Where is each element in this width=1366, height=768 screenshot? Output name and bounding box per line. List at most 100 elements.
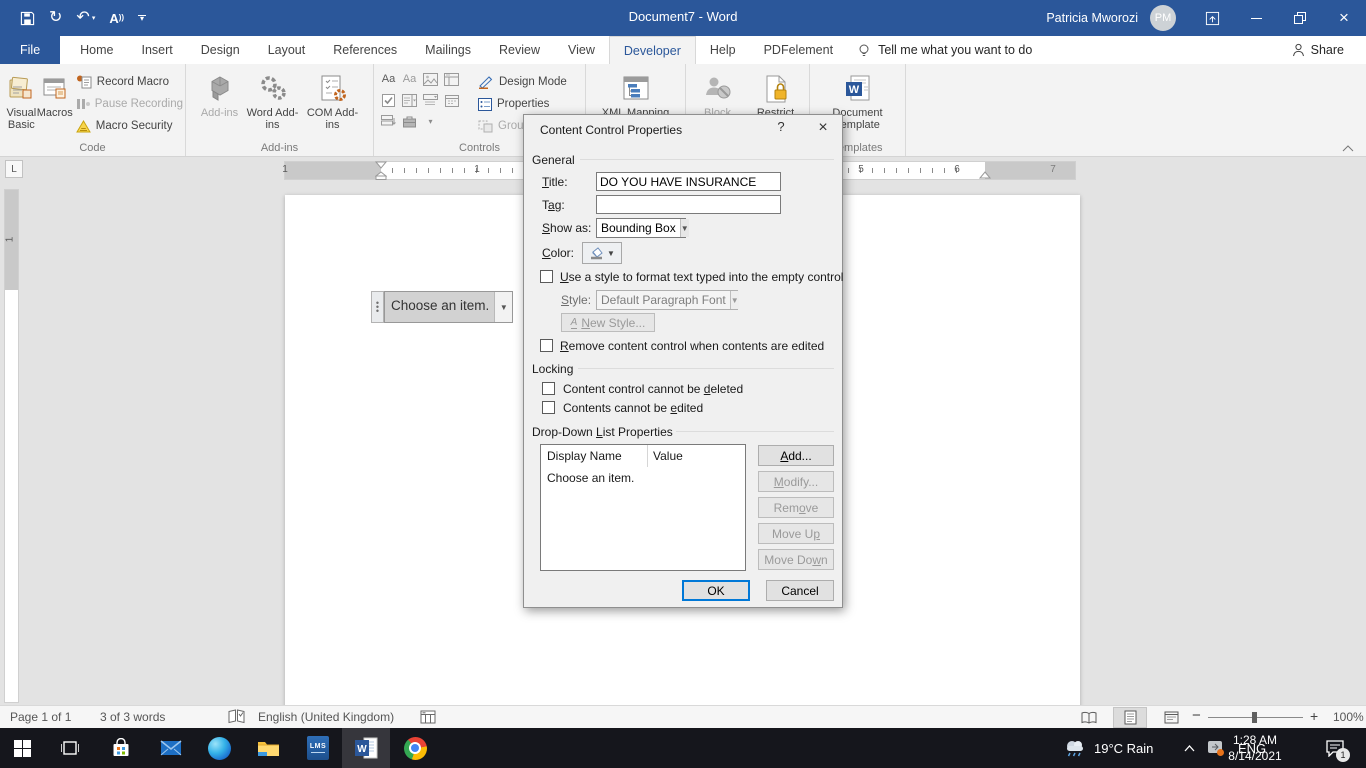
- checkbox-control-icon[interactable]: [379, 91, 398, 109]
- edge-icon[interactable]: [206, 735, 232, 761]
- tab-stop-selector[interactable]: L: [5, 160, 23, 178]
- tell-me-box[interactable]: Tell me what you want to do: [847, 36, 1042, 64]
- start-button[interactable]: [9, 735, 35, 761]
- weather-text[interactable]: 19°C Rain: [1094, 741, 1153, 756]
- picture-control-icon[interactable]: [421, 70, 440, 88]
- new-style-button[interactable]: A New Style...: [561, 313, 655, 332]
- combo-box-control-icon[interactable]: [400, 91, 419, 109]
- tab-references[interactable]: References: [319, 36, 411, 64]
- use-style-checkbox[interactable]: [540, 270, 553, 283]
- tray-chevron-icon[interactable]: [1176, 735, 1202, 761]
- add-button[interactable]: Add...: [758, 445, 834, 466]
- macro-security-icon: [76, 120, 91, 133]
- style-dropdown[interactable]: Default Paragraph Font ▼: [596, 290, 738, 310]
- tag-field-input[interactable]: [596, 195, 781, 214]
- svg-text:W: W: [357, 744, 367, 755]
- title-field-input[interactable]: [596, 172, 781, 191]
- language-indicator[interactable]: English (United Kingdom): [258, 710, 394, 724]
- restore-button[interactable]: [1278, 0, 1322, 36]
- collapse-ribbon-icon[interactable]: [1342, 145, 1354, 152]
- chrome-icon[interactable]: [402, 735, 428, 761]
- tab-file[interactable]: File: [0, 36, 60, 64]
- close-button[interactable]: ×: [1322, 0, 1366, 36]
- list-item[interactable]: Choose an item.: [547, 471, 634, 485]
- avatar[interactable]: PM: [1150, 5, 1176, 31]
- dropdown-items-list[interactable]: Display Name Value Choose an item.: [540, 444, 746, 571]
- tab-mailings[interactable]: Mailings: [411, 36, 485, 64]
- right-indent-marker[interactable]: [979, 171, 991, 179]
- title-field-label: Title:: [542, 175, 568, 189]
- task-view-button[interactable]: [57, 735, 83, 761]
- repeating-section-control-icon[interactable]: [379, 112, 398, 130]
- building-block-gallery-icon[interactable]: [442, 70, 461, 88]
- properties-button[interactable]: Properties: [475, 93, 585, 115]
- mail-icon[interactable]: [158, 735, 184, 761]
- show-as-dropdown-arrow-icon[interactable]: ▼: [680, 219, 689, 237]
- read-mode-button[interactable]: [1072, 707, 1106, 728]
- zoom-level[interactable]: 100%: [1333, 710, 1364, 724]
- com-add-ins-button[interactable]: COM Add-ins: [307, 66, 359, 142]
- word-icon[interactable]: W: [353, 735, 379, 761]
- user-name[interactable]: Patricia Mworozi: [1046, 11, 1138, 25]
- word-count[interactable]: 3 of 3 words: [100, 710, 165, 724]
- content-control-dropdown[interactable]: ••• Choose an item. ▼: [371, 291, 513, 323]
- minimize-button[interactable]: [1234, 0, 1278, 36]
- tab-insert[interactable]: Insert: [128, 36, 187, 64]
- print-layout-button[interactable]: [1113, 707, 1147, 728]
- tab-developer[interactable]: Developer: [609, 36, 696, 64]
- design-mode-button[interactable]: Design Mode: [475, 71, 585, 93]
- content-control-arrow-icon[interactable]: ▼: [494, 292, 512, 322]
- dropdown-list-control-icon[interactable]: [421, 91, 440, 109]
- date-picker-control-icon[interactable]: [442, 91, 461, 109]
- rich-text-control-icon[interactable]: Aa: [379, 70, 398, 88]
- move-up-button[interactable]: Move Up: [758, 523, 834, 544]
- macro-security-button[interactable]: Macro Security: [73, 115, 183, 137]
- tab-help[interactable]: Help: [696, 36, 750, 64]
- plain-text-control-icon[interactable]: Aa: [400, 70, 419, 88]
- show-as-dropdown[interactable]: Bounding Box ▼: [596, 218, 686, 238]
- zoom-slider-thumb[interactable]: [1252, 712, 1257, 723]
- microsoft-store-icon[interactable]: [108, 735, 134, 761]
- tab-review[interactable]: Review: [485, 36, 554, 64]
- zoom-in-button[interactable]: +: [1310, 708, 1318, 724]
- ribbon-display-options-button[interactable]: [1190, 0, 1234, 36]
- cannot-delete-checkbox[interactable]: [542, 382, 555, 395]
- vertical-ruler[interactable]: 1: [5, 190, 18, 702]
- cannot-edit-checkbox[interactable]: [542, 401, 555, 414]
- move-down-button[interactable]: Move Down: [758, 549, 834, 570]
- visual-basic-button[interactable]: Visual Basic: [6, 66, 37, 142]
- ok-button[interactable]: OK: [682, 580, 750, 601]
- cancel-button[interactable]: Cancel: [766, 580, 834, 601]
- lms-app-icon[interactable]: LMS: [305, 735, 331, 761]
- color-picker-button[interactable]: ▼: [582, 242, 622, 264]
- page-indicator[interactable]: Page 1 of 1: [10, 710, 71, 724]
- tab-home[interactable]: Home: [66, 36, 127, 64]
- content-control-text[interactable]: Choose an item.: [385, 292, 494, 322]
- add-ins-button[interactable]: Add-ins: [201, 66, 239, 142]
- pause-recording-button[interactable]: Pause Recording: [73, 93, 183, 115]
- word-add-ins-button[interactable]: Word Add-ins: [247, 66, 299, 142]
- legacy-tools-dropdown-icon[interactable]: ▾: [421, 112, 440, 130]
- content-control-handle[interactable]: •••: [371, 291, 384, 323]
- dialog-help-button[interactable]: ?: [770, 119, 792, 139]
- modify-button[interactable]: Modify...: [758, 471, 834, 492]
- tab-design[interactable]: Design: [187, 36, 254, 64]
- dialog-close-button[interactable]: ×: [812, 119, 834, 139]
- tab-view[interactable]: View: [554, 36, 609, 64]
- file-explorer-icon[interactable]: [255, 735, 281, 761]
- record-macro-button[interactable]: Record Macro: [73, 71, 183, 93]
- weather-icon[interactable]: [1062, 735, 1088, 761]
- web-layout-button[interactable]: [1154, 707, 1188, 728]
- macro-recording-icon[interactable]: [420, 710, 436, 724]
- first-line-indent-marker[interactable]: [375, 161, 387, 180]
- share-button[interactable]: Share: [1270, 36, 1366, 64]
- tab-pdfelement[interactable]: PDFelement: [750, 36, 847, 64]
- tab-layout[interactable]: Layout: [254, 36, 320, 64]
- legacy-tools-icon[interactable]: [400, 112, 419, 130]
- clock[interactable]: 1:28 AM 8/14/2021: [1222, 732, 1288, 764]
- proofing-icon[interactable]: [228, 709, 245, 724]
- zoom-out-button[interactable]: −: [1192, 707, 1201, 724]
- macros-button[interactable]: Macros: [37, 66, 73, 142]
- remove-button[interactable]: Remove: [758, 497, 834, 518]
- remove-when-edited-checkbox[interactable]: [540, 339, 553, 352]
